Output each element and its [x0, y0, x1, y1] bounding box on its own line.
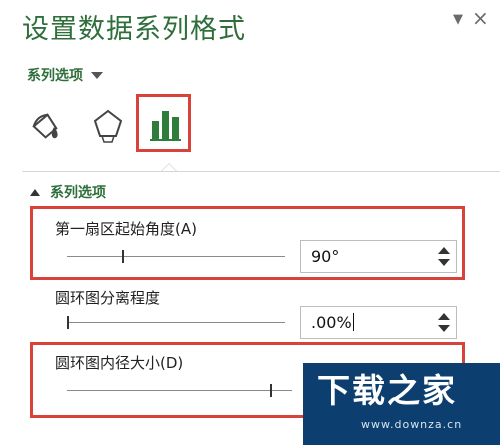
tab-fill-line[interactable] — [24, 96, 68, 154]
doughnut-explosion-slider-thumb[interactable] — [67, 316, 69, 329]
doughnut-explosion-spinner[interactable]: .00% — [300, 306, 457, 339]
tab-effects[interactable] — [86, 96, 130, 154]
downza-watermark: 下载之家 www.downza.cn — [303, 363, 500, 445]
effects-pentagon-icon — [93, 109, 123, 143]
series-options-dropdown-label: 系列选项 — [27, 68, 83, 84]
doughnut-explosion-value[interactable]: .00% — [311, 307, 354, 338]
selected-tab-highlight — [136, 94, 191, 152]
series-options-section-header[interactable]: 系列选项 — [30, 182, 106, 202]
spinner-up-icon[interactable] — [438, 313, 450, 320]
spinner-down-icon[interactable] — [438, 325, 450, 332]
fill-line-icon — [32, 113, 58, 139]
section-label: 系列选项 — [50, 185, 106, 201]
text-cursor — [352, 313, 354, 331]
collapse-triangle-icon — [30, 188, 40, 196]
close-icon[interactable]: × — [472, 8, 489, 28]
doughnut-explosion-value-text: .00% — [311, 313, 352, 332]
pane-options-dropdown-icon[interactable]: ▼ — [450, 12, 466, 28]
tabs-divider — [22, 171, 500, 172]
pane-title: 设置数据系列格式 — [22, 14, 246, 45]
chevron-down-icon — [91, 71, 103, 79]
spinner-arrows — [438, 311, 450, 335]
format-data-series-pane: 设置数据系列格式 ▼ × 系列选项 系列选项 第一扇区起始角度(A) 90° 圆… — [0, 0, 500, 445]
watermark-brand: 下载之家 — [317, 371, 457, 410]
first-slice-angle-highlight — [30, 206, 465, 280]
watermark-url: www.downza.cn — [361, 418, 463, 431]
doughnut-explosion-slider-track[interactable] — [67, 322, 285, 323]
doughnut-explosion-label: 圆环图分离程度 — [55, 289, 161, 307]
series-options-dropdown[interactable]: 系列选项 — [27, 65, 103, 85]
